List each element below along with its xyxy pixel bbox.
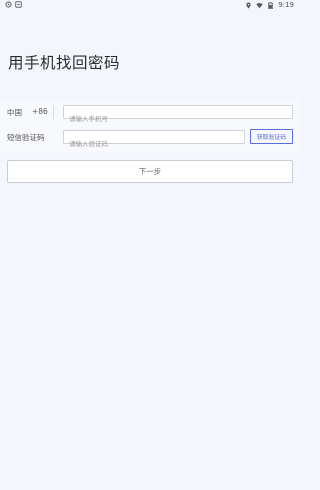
location-icon <box>245 2 252 9</box>
country-code[interactable]: +86 <box>32 107 48 116</box>
battery-icon <box>267 1 274 9</box>
code-label: 短信验证码 <box>7 133 45 142</box>
phone-input[interactable] <box>64 113 292 125</box>
settings-icon <box>5 1 12 8</box>
code-row: 短信验证码 获取验证码 <box>0 127 300 150</box>
phone-row: 中国 +86 <box>0 102 300 125</box>
get-code-button[interactable]: 获取验证码 <box>250 129 293 144</box>
notification-icon <box>15 1 22 8</box>
divider <box>53 106 54 119</box>
page-title: 用手机找回密码 <box>8 54 121 72</box>
wifi-icon <box>256 2 263 9</box>
status-time: 9:19 <box>278 1 294 9</box>
status-left <box>5 1 22 8</box>
region-label[interactable]: 中国 <box>7 107 22 118</box>
code-input[interactable] <box>64 138 244 150</box>
status-bar: 9:19 <box>0 0 300 12</box>
next-button[interactable]: 下一步 <box>7 160 293 183</box>
phone-input-box[interactable] <box>63 105 293 125</box>
code-input-box[interactable] <box>63 130 245 150</box>
status-right: 9:19 <box>245 1 294 9</box>
